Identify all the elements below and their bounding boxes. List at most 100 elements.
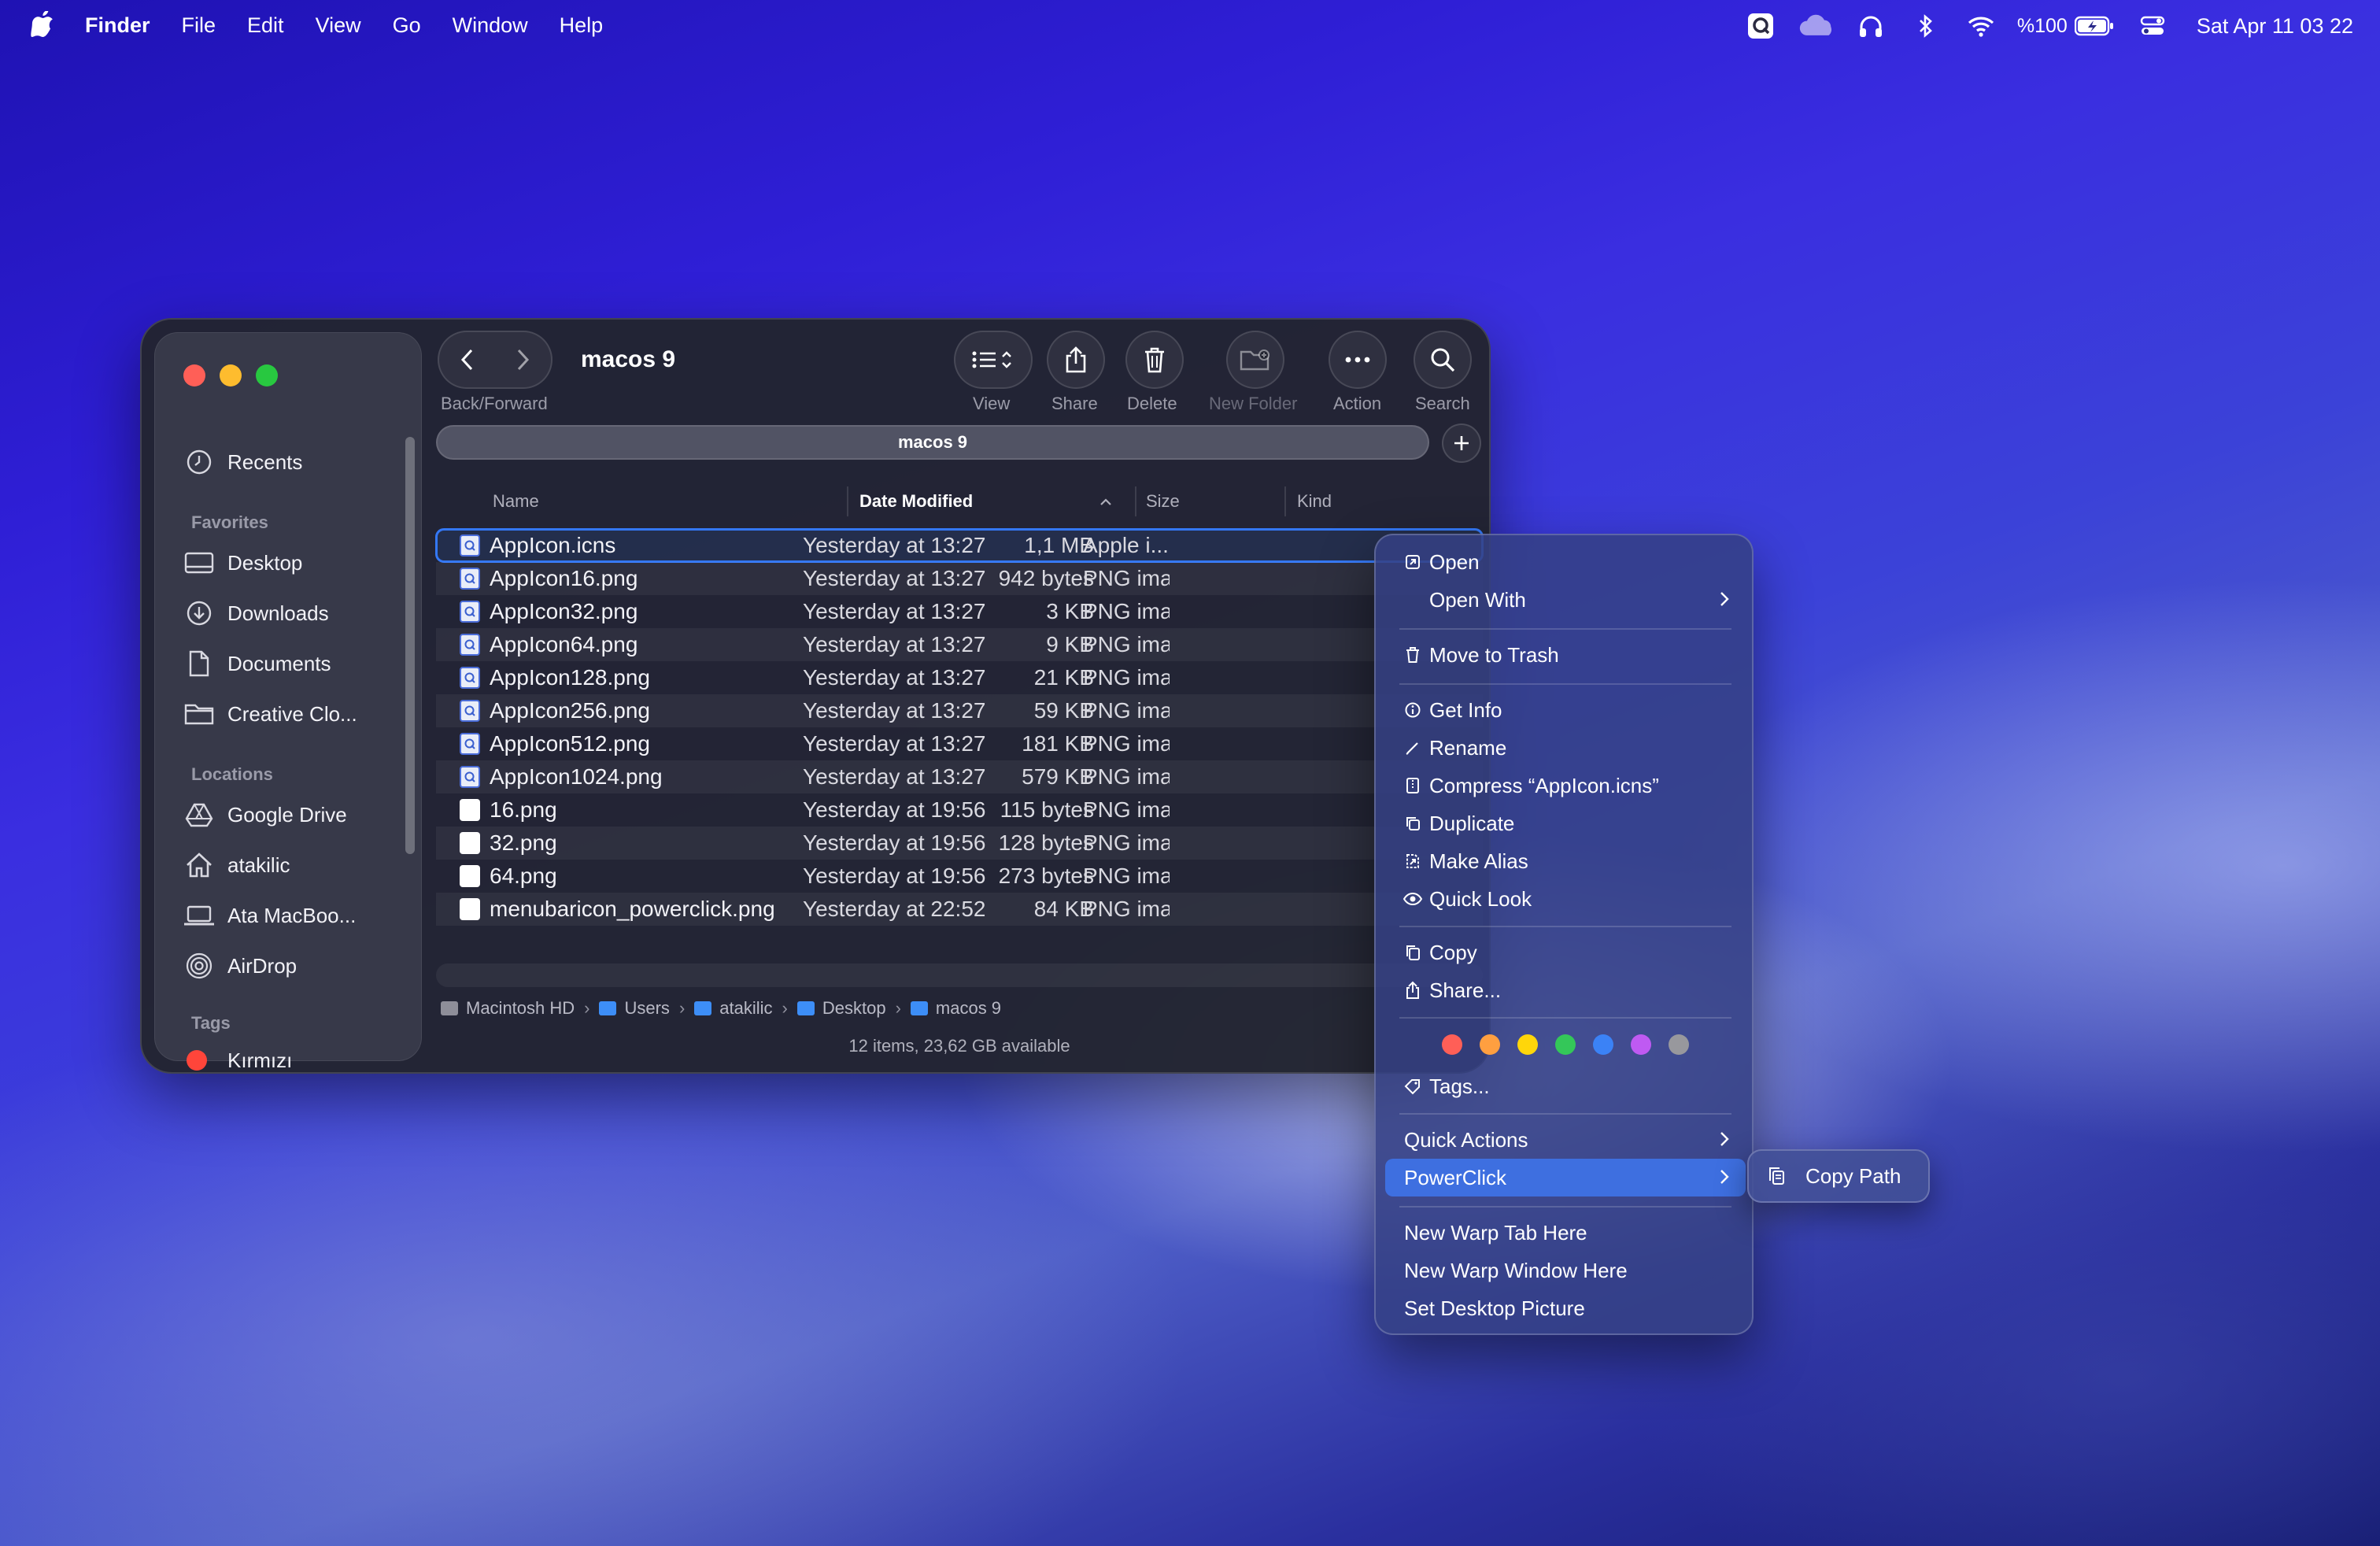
file-date: Yesterday at 13:27 — [803, 632, 986, 656]
table-row[interactable]: AppIcon1024.png Yesterday at 13:27 579 K… — [436, 760, 1483, 793]
file-date: Yesterday at 13:27 — [803, 533, 986, 557]
menu-item-new-warp-tab[interactable]: New Warp Tab Here — [1385, 1214, 1746, 1252]
column-divider[interactable] — [847, 486, 848, 516]
breadcrumb-item-desktop[interactable]: Desktop — [796, 998, 886, 1019]
breadcrumb-item-users[interactable]: Users — [599, 998, 670, 1019]
table-row[interactable]: AppIcon.icns Yesterday at 13:27 1,1 MB A… — [435, 528, 1484, 563]
breadcrumb-item-atakilic[interactable]: atakilic — [694, 998, 773, 1019]
battery-icon[interactable] — [2074, 10, 2115, 42]
menu-view[interactable]: View — [316, 13, 361, 38]
breadcrumb-item-macos-9[interactable]: macos 9 — [910, 998, 1001, 1019]
column-divider[interactable] — [1135, 486, 1136, 516]
tag-color-red[interactable] — [1442, 1034, 1462, 1055]
menu-item-new-warp-window[interactable]: New Warp Window Here — [1385, 1252, 1746, 1289]
menu-item-copy-path[interactable]: Copy Path — [1755, 1157, 1924, 1195]
menu-item-quick-actions[interactable]: Quick Actions — [1385, 1121, 1746, 1159]
tag-color-gray[interactable] — [1669, 1034, 1689, 1055]
menu-item-set-desktop-picture[interactable]: Set Desktop Picture — [1385, 1289, 1746, 1327]
table-row[interactable]: AppIcon64.png Yesterday at 13:27 9 KB PN… — [436, 628, 1483, 661]
column-header-date-modified[interactable]: Date Modified — [859, 483, 1113, 520]
menu-app-finder[interactable]: Finder — [85, 13, 150, 38]
tag-color-yellow[interactable] — [1517, 1034, 1538, 1055]
breadcrumb-item-macintosh-hd[interactable]: Macintosh HD — [441, 998, 575, 1019]
sidebar-item-macbook[interactable]: Ata MacBoo... — [183, 893, 404, 938]
sidebar-section-favorites: Favorites — [191, 512, 268, 532]
menubar-clock[interactable]: Sat Apr 11 03 22 — [2197, 14, 2353, 39]
tag-color-orange[interactable] — [1480, 1034, 1500, 1055]
column-header-kind[interactable]: Kind — [1297, 483, 1332, 520]
menu-item-rename[interactable]: Rename — [1385, 729, 1746, 767]
delete-button[interactable] — [1125, 331, 1184, 389]
menu-item-get-info[interactable]: Get Info — [1385, 691, 1746, 729]
control-center-icon[interactable] — [2135, 10, 2170, 42]
tag-color-purple[interactable] — [1631, 1034, 1651, 1055]
q-app-icon[interactable] — [1743, 10, 1778, 42]
sidebar-item-recents[interactable]: Recents — [183, 440, 404, 484]
horizontal-scrollbar[interactable] — [436, 963, 1483, 987]
table-row[interactable]: menubaricon_powerclick.png Yesterday at … — [436, 893, 1483, 926]
app-icon-file-icon — [460, 568, 480, 590]
column-divider[interactable] — [1284, 486, 1286, 516]
column-header-name[interactable]: Name — [493, 483, 539, 520]
table-row[interactable]: AppIcon128.png Yesterday at 13:27 21 KB … — [436, 661, 1483, 694]
sidebar-item-google-drive[interactable]: Google Drive — [183, 793, 404, 837]
file-date: Yesterday at 19:56 — [803, 864, 986, 888]
menu-item-copy[interactable]: Copy — [1385, 934, 1746, 971]
table-row[interactable]: AppIcon512.png Yesterday at 13:27 181 KB… — [436, 727, 1483, 760]
status-bar: 12 items, 23,62 GB available — [848, 1036, 1070, 1056]
folder-icon — [910, 1001, 928, 1015]
menu-item-share[interactable]: Share... — [1385, 971, 1746, 1009]
view-button[interactable] — [954, 331, 1033, 389]
apple-menu-icon[interactable] — [30, 11, 55, 39]
search-button[interactable] — [1414, 331, 1472, 389]
headphones-icon[interactable] — [1853, 10, 1888, 42]
sidebar-scrollbar[interactable] — [405, 437, 415, 854]
menu-edit[interactable]: Edit — [247, 13, 284, 38]
sidebar-item-tag-red[interactable]: Kırmızı — [183, 1038, 404, 1072]
menu-item-compress[interactable]: Compress “AppIcon.icns” — [1385, 767, 1746, 804]
back-button[interactable] — [440, 332, 495, 387]
menu-item-open-with[interactable]: Open With — [1385, 581, 1746, 619]
table-row[interactable]: 16.png Yesterday at 19:56 115 bytes PNG … — [436, 793, 1483, 827]
table-row[interactable]: AppIcon16.png Yesterday at 13:27 942 byt… — [436, 562, 1483, 595]
menu-item-duplicate[interactable]: Duplicate — [1385, 804, 1746, 842]
menu-item-make-alias[interactable]: Make Alias — [1385, 842, 1746, 880]
menu-item-open[interactable]: Open — [1385, 543, 1746, 581]
close-button[interactable] — [183, 364, 205, 386]
menu-item-tags[interactable]: Tags... — [1385, 1067, 1746, 1105]
column-header-size[interactable]: Size — [1146, 483, 1180, 520]
menu-item-move-to-trash[interactable]: Move to Trash — [1385, 636, 1746, 674]
action-button[interactable] — [1329, 331, 1387, 389]
sidebar-item-downloads[interactable]: Downloads — [183, 591, 404, 635]
menu-item-label: Make Alias — [1429, 849, 1528, 873]
tag-color-green[interactable] — [1555, 1034, 1576, 1055]
sidebar-item-desktop[interactable]: Desktop — [183, 541, 404, 585]
menu-window[interactable]: Window — [453, 13, 528, 38]
new-tab-button[interactable] — [1442, 423, 1481, 463]
menu-item-powerclick[interactable]: PowerClick — [1385, 1159, 1746, 1196]
sidebar-item-creative-cloud[interactable]: Creative Clo... — [183, 692, 404, 736]
action-label: Action — [1333, 394, 1382, 413]
tag-color-blue[interactable] — [1593, 1034, 1613, 1055]
menu-file[interactable]: File — [182, 13, 216, 38]
new-folder-button[interactable] — [1226, 331, 1284, 389]
sidebar-item-label: Creative Clo... — [227, 701, 357, 726]
menu-help[interactable]: Help — [560, 13, 604, 38]
forward-button[interactable] — [495, 332, 550, 387]
table-row[interactable]: 32.png Yesterday at 19:56 128 bytes PNG … — [436, 827, 1483, 860]
sidebar-item-airdrop[interactable]: AirDrop — [183, 944, 404, 988]
sidebar-item-documents[interactable]: Documents — [183, 642, 404, 686]
share-button[interactable] — [1047, 331, 1105, 389]
menu-go[interactable]: Go — [393, 13, 421, 38]
wifi-icon[interactable] — [1964, 10, 1998, 42]
zoom-button[interactable] — [256, 364, 278, 386]
tab-macos-9[interactable]: macos 9 — [436, 425, 1429, 460]
table-row[interactable]: AppIcon32.png Yesterday at 13:27 3 KB PN… — [436, 595, 1483, 628]
cloud-icon[interactable] — [1798, 10, 1833, 42]
table-row[interactable]: 64.png Yesterday at 19:56 273 bytes PNG … — [436, 860, 1483, 893]
table-row[interactable]: AppIcon256.png Yesterday at 13:27 59 KB … — [436, 694, 1483, 727]
minimize-button[interactable] — [220, 364, 242, 386]
sidebar-item-home[interactable]: atakilic — [183, 843, 404, 887]
bluetooth-icon[interactable] — [1909, 10, 1943, 42]
menu-item-quick-look[interactable]: Quick Look — [1385, 880, 1746, 918]
